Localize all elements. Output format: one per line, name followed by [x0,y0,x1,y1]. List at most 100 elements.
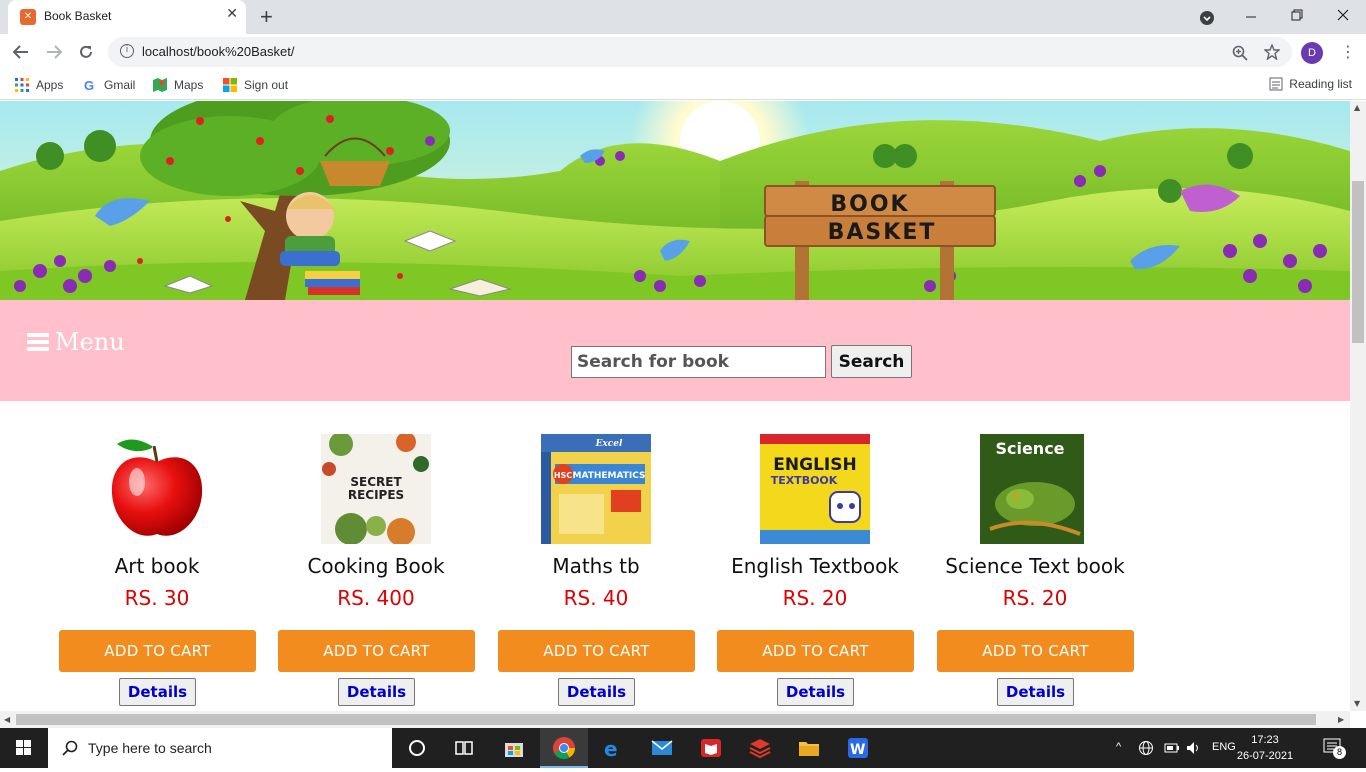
details-button[interactable]: Details [777,678,854,706]
back-icon[interactable] [12,44,30,60]
bookmark-label: Sign out [244,78,289,92]
details-button[interactable]: Details [997,678,1074,706]
cover-text: Excel [595,439,623,449]
windows-taskbar: Type here to search e W ^ ENG 17:23 26-0… [0,728,1366,768]
clock-time: 17:23 [1251,734,1279,746]
minimize-icon[interactable] [1245,12,1257,22]
product-name: Maths tb [552,554,640,578]
product-name: Art book [114,554,200,578]
taskbar-chrome-active[interactable] [540,728,588,768]
details-button[interactable]: Details [338,678,415,706]
details-button[interactable]: Details [558,678,635,706]
google-icon: G [84,78,94,93]
wps-office-icon[interactable]: W [846,736,870,760]
reader-app-icon[interactable] [699,736,723,760]
browser-menu-icon[interactable]: ⋮ [1340,42,1356,61]
zoom-icon[interactable] [1232,45,1248,61]
maps-icon [153,78,167,92]
notifications-button[interactable]: 8 [1323,738,1346,759]
product-image[interactable]: SECRET RECIPES [321,434,431,544]
task-view-icon[interactable] [452,736,476,760]
product-card: SECRET RECIPES Cooking Book RS. 400 ADD … [266,401,486,711]
start-button[interactable] [0,728,48,768]
product-name: Science Text book [945,554,1125,578]
bookmark-sign-out[interactable]: Sign out [222,77,288,93]
search-button[interactable]: Search [831,345,912,378]
bookmark-maps[interactable]: Maps [152,77,203,93]
cover-text: HSC [554,471,572,480]
cover-text: RECIPES [348,488,404,502]
language-indicator[interactable]: ENG [1212,741,1236,753]
profile-avatar[interactable]: D [1301,42,1323,64]
reading-list-button[interactable]: Reading list [1269,77,1352,91]
cookbook-cover-image: SECRET RECIPES [321,434,431,544]
vertical-scroll-thumb[interactable] [1352,181,1364,343]
bookmark-apps[interactable]: Apps [14,77,63,93]
menu-label: Menu [55,328,125,356]
product-image[interactable]: Excel HSC MATHEMATICS [541,434,651,544]
add-to-cart-button[interactable]: ADD TO CART [937,630,1134,672]
new-tab-button[interactable]: + [260,4,273,30]
vertical-scrollbar[interactable]: ▲ ▼ [1350,101,1366,711]
cortana-icon[interactable] [405,736,429,760]
battery-icon[interactable] [1164,742,1180,754]
reading-list-icon [1269,77,1283,91]
science-cover-image: Science [980,434,1084,544]
close-tab-icon[interactable]: ✕ [226,6,238,22]
store-icon[interactable] [502,736,526,760]
browser-tab[interactable]: ✕ Book Basket ✕ [8,0,246,34]
horizontal-scroll-thumb[interactable] [16,714,1316,725]
edge-icon[interactable]: e [601,736,625,760]
product-image[interactable]: ENGLISH TEXTBOOK [760,434,870,544]
bookmark-gmail[interactable]: G Gmail [82,77,135,93]
horizontal-scrollbar[interactable]: ◀ ▶ [0,711,1350,728]
site-info-icon[interactable]: i [120,44,134,58]
tab-search-icon[interactable] [1199,10,1215,26]
add-to-cart-button[interactable]: ADD TO CART [498,630,695,672]
scroll-right-icon[interactable]: ▶ [1338,715,1344,724]
taskbar-clock[interactable]: 17:23 26-07-2021 [1235,732,1295,764]
product-image[interactable] [102,434,212,544]
reload-icon[interactable] [78,44,94,60]
add-to-cart-button[interactable]: ADD TO CART [59,630,256,672]
mail-icon[interactable] [650,736,674,760]
show-hidden-icons[interactable]: ^ [1116,741,1121,753]
url-text[interactable]: localhost/book%20Basket/ [142,44,294,59]
scroll-up-icon[interactable]: ▲ [1354,103,1360,112]
product-image[interactable]: Science [980,434,1090,544]
notification-count-badge: 8 [1333,746,1346,759]
add-to-cart-button[interactable]: ADD TO CART [717,630,914,672]
bookmark-star-icon[interactable] [1264,44,1280,60]
product-card: Excel HSC MATHEMATICS Maths tb RS. 40 AD… [486,401,706,711]
details-button[interactable]: Details [119,678,196,706]
search-input[interactable] [571,346,826,378]
menu-button[interactable]: Menu [27,328,125,356]
product-price: RS. 40 [563,586,629,610]
scroll-down-icon[interactable]: ▼ [1354,699,1360,708]
nav-bar: Menu Search [0,300,1350,401]
add-to-cart-button[interactable]: ADD TO CART [278,630,475,672]
address-bar[interactable]: i localhost/book%20Basket/ [108,37,1292,67]
maths-cover-image: Excel HSC MATHEMATICS [541,434,651,544]
scroll-left-icon[interactable]: ◀ [4,715,10,724]
taskbar-search-placeholder: Type here to search [88,740,212,756]
stack-app-icon[interactable] [748,736,772,760]
bookmark-label: Maps [174,78,204,92]
file-explorer-icon[interactable] [797,736,821,760]
page-viewport: BOOK BASKET Menu Search for book Search … [0,101,1350,711]
cover-text: Science [995,439,1064,458]
volume-icon[interactable] [1186,741,1202,755]
forward-icon[interactable] [45,44,63,60]
product-grid: Art book RS. 30 ADD TO CART Details SECR… [0,401,1350,711]
reading-list-label: Reading list [1289,77,1352,91]
product-card: Science Science Text book RS. 20 ADD TO … [925,401,1145,711]
apps-grid-icon [15,78,29,92]
network-globe-icon[interactable] [1138,740,1154,756]
chrome-icon [553,737,575,759]
restore-icon[interactable] [1291,9,1303,21]
svg-text:W: W [850,742,865,758]
taskbar-search-box[interactable]: Type here to search [48,728,392,768]
bookmark-label: Gmail [104,78,136,92]
close-window-icon[interactable] [1337,9,1349,21]
cover-text: MATHEMATICS [572,471,645,481]
